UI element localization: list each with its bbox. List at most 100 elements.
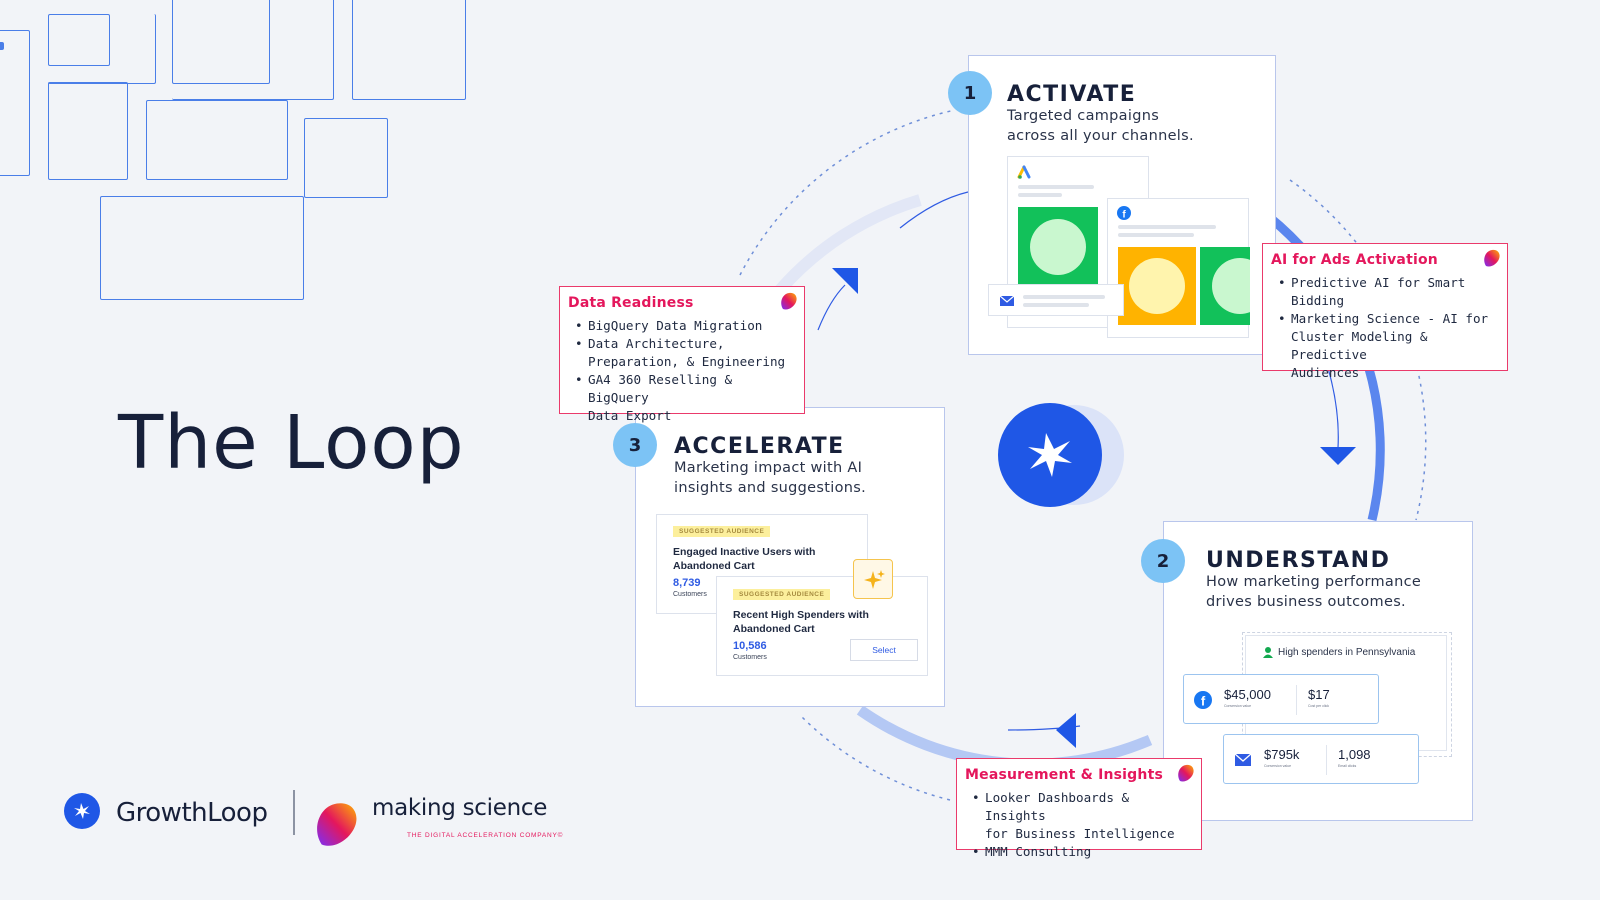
- metric-value: 1,098: [1338, 747, 1371, 762]
- audience-count-label: Customers: [673, 591, 707, 598]
- suggested-audience-tag: SUGGESTED AUDIENCE: [673, 526, 771, 537]
- google-ads-icon: [1017, 165, 1031, 179]
- service-item-continued: Cluster Modeling & Predictive: [1291, 329, 1428, 362]
- making-science-wordmark: making science: [372, 795, 548, 821]
- step-number-1: 1: [948, 71, 992, 115]
- select-button[interactable]: Select: [850, 639, 918, 661]
- service-title: Measurement & Insights: [965, 767, 1163, 783]
- step-number-3: 3: [613, 423, 657, 467]
- service-item: Marketing Science - AI for: [1271, 310, 1497, 328]
- audience-title-line: Engaged Inactive Users with: [673, 546, 816, 558]
- service-item: Predictive AI for Smart: [1271, 274, 1497, 292]
- step-title-understand: UNDERSTAND: [1206, 548, 1391, 573]
- step-desc-activate: Targeted campaigns across all your chann…: [1007, 106, 1194, 146]
- step-desc-understand: How marketing performance drives busines…: [1206, 572, 1421, 612]
- service-title: Data Readiness: [568, 295, 694, 311]
- suggested-audience-card: SUGGESTED AUDIENCE Recent High Spenders …: [716, 576, 928, 676]
- desc-line: Marketing impact with AI: [674, 460, 863, 476]
- metric-value: $795k: [1264, 747, 1300, 762]
- service-title: AI for Ads Activation: [1271, 252, 1438, 268]
- email-icon: [1000, 295, 1014, 306]
- placeholder-line: [1118, 225, 1216, 229]
- understand-card: UNDERSTAND How marketing performance dri…: [1163, 521, 1473, 821]
- person-icon: [1263, 647, 1273, 658]
- suggested-audience-tag: SUGGESTED AUDIENCE: [733, 589, 831, 600]
- audience-count: 10,586: [733, 640, 767, 652]
- step-desc-accelerate: Marketing impact with AI insights and su…: [674, 458, 866, 498]
- making-science-tagline: THE DIGITAL ACCELERATION COMPANY©: [407, 832, 564, 839]
- service-item: Looker Dashboards & Insights: [965, 789, 1191, 825]
- ad-image-shape: [1212, 258, 1250, 314]
- ad-image-shape: [1030, 219, 1086, 275]
- making-science-logo-mark: [317, 803, 357, 846]
- placeholder-line: [1118, 233, 1194, 237]
- audience-title: Recent High Spenders with Abandoned Cart: [733, 608, 869, 636]
- activate-card: ACTIVATE Targeted campaigns across all y…: [968, 55, 1276, 355]
- service-items: Predictive AI for Smart Bidding Marketin…: [1271, 274, 1497, 382]
- logo-divider: [293, 790, 295, 835]
- growthloop-logo-mark: [64, 793, 100, 829]
- ad-image: [1118, 247, 1196, 325]
- service-item-continued: Audiences: [1291, 365, 1360, 380]
- service-box-data-readiness: Data Readiness BigQuery Data Migration D…: [559, 286, 805, 423]
- center-growthloop-mark: [998, 403, 1124, 507]
- email-icon: [1235, 753, 1251, 766]
- service-item-continued: Bidding: [1291, 293, 1345, 308]
- desc-line: across all your channels.: [1007, 128, 1194, 144]
- desc-line: Targeted campaigns: [1007, 108, 1160, 124]
- metric-value: $17: [1308, 687, 1330, 702]
- growthloop-wordmark: GrowthLoop: [116, 798, 268, 828]
- segment-name: High spenders in Pennsylvania: [1278, 647, 1416, 658]
- audience-title-line: Abandoned Cart: [733, 623, 815, 635]
- service-box-measurement-insights: Measurement & Insights Looker Dashboards…: [956, 758, 1202, 861]
- audience-count-label: Customers: [733, 654, 767, 661]
- service-item: BigQuery Data Migration: [568, 317, 794, 335]
- metric-label: Conversion value: [1224, 704, 1252, 708]
- facebook-icon: f: [1194, 691, 1212, 709]
- audience-title-line: Recent High Spenders with: [733, 609, 869, 621]
- metric-divider: [1326, 745, 1327, 775]
- desc-line: How marketing performance: [1206, 574, 1422, 590]
- metric-value: $45,000: [1224, 687, 1271, 702]
- svg-text:f: f: [1201, 694, 1206, 709]
- making-science-icon: [781, 292, 797, 310]
- audience-title-line: Abandoned Cart: [673, 560, 755, 572]
- ad-image-shape: [1129, 258, 1185, 314]
- growthloop-star-icon: [74, 803, 90, 819]
- audience-title: Engaged Inactive Users with Abandoned Ca…: [673, 545, 815, 573]
- audience-count: 8,739: [673, 577, 701, 589]
- making-science-icon: [1178, 764, 1194, 782]
- service-item: Data Architecture,: [568, 335, 794, 353]
- metric-label: Conversion value: [1264, 764, 1292, 768]
- sparkle-icon: [864, 570, 885, 589]
- ad-image: [1200, 247, 1250, 325]
- metric-label: Cost per click: [1308, 704, 1330, 708]
- placeholder-line: [1023, 303, 1089, 307]
- desc-line: drives business outcomes.: [1206, 594, 1406, 610]
- placeholder-line: [1018, 193, 1062, 197]
- service-item-continued: Data Export: [588, 408, 672, 423]
- service-items: Looker Dashboards & Insights for Busines…: [965, 789, 1191, 861]
- service-box-ai-ads-activation: AI for Ads Activation Predictive AI for …: [1262, 243, 1508, 380]
- ad-image: [1018, 207, 1098, 287]
- step-number-2: 2: [1141, 539, 1185, 583]
- metric-divider: [1296, 685, 1297, 715]
- desc-line: insights and suggestions.: [674, 480, 866, 496]
- service-item: MMM Consulting: [965, 843, 1191, 861]
- facebook-ads-mock: f: [1107, 198, 1250, 338]
- metric-label: Email clicks: [1338, 764, 1357, 768]
- service-item-continued: Preparation, & Engineering: [588, 354, 786, 369]
- metric-card-facebook: f $45,000 Conversion value $17 Cost per …: [1183, 674, 1379, 724]
- metric-card-email: $795k Conversion value 1,098 Email click…: [1223, 734, 1419, 784]
- email-ad-mock: [988, 284, 1124, 316]
- step-title-activate: ACTIVATE: [1007, 82, 1137, 107]
- service-item-continued: for Business Intelligence: [985, 826, 1175, 841]
- ai-sparkle-badge: [853, 559, 893, 599]
- making-science-icon: [1484, 249, 1500, 267]
- placeholder-line: [1018, 185, 1094, 189]
- placeholder-line: [1023, 295, 1105, 299]
- facebook-icon: f: [1117, 206, 1131, 220]
- service-items: BigQuery Data Migration Data Architectur…: [568, 317, 794, 425]
- service-item: GA4 360 Reselling & BigQuery: [568, 371, 794, 407]
- accelerate-card: ACCELERATE Marketing impact with AI insi…: [635, 407, 945, 707]
